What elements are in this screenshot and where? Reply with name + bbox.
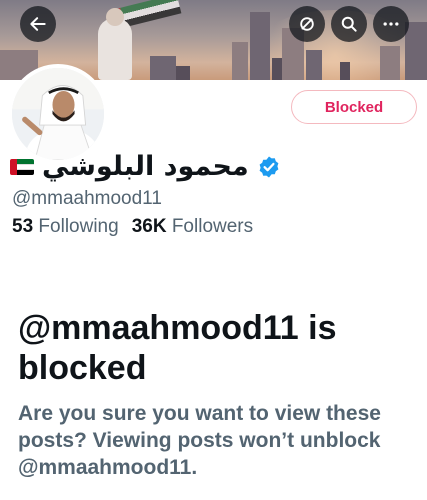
avatar-photo (12, 68, 104, 160)
blocked-message: Are you sure you want to view these post… (18, 402, 381, 479)
blocked-title: @mmaahmood11 is blocked (18, 309, 337, 387)
following-label: Following (38, 216, 119, 237)
verified-badge-icon (259, 156, 279, 178)
profile-avatar[interactable] (8, 64, 108, 164)
followers-label: Followers (171, 216, 254, 237)
following-count: 53 (12, 216, 34, 237)
banner-building (250, 12, 270, 80)
banner-building (150, 56, 176, 80)
back-button[interactable] (20, 6, 56, 42)
banner-building (306, 50, 322, 80)
banner-building (232, 42, 248, 80)
followers-link[interactable]: 36K Followers (132, 216, 253, 238)
banner-building (380, 46, 400, 80)
banner-figure (98, 18, 132, 80)
circle-slash-icon (300, 17, 314, 31)
profile-stats: 53 Following 36K Followers (12, 216, 253, 238)
followers-count: 36K (131, 216, 167, 237)
search-icon (341, 16, 357, 32)
mute-button[interactable] (289, 6, 325, 42)
banner-building (176, 66, 190, 80)
blocked-button[interactable]: Blocked (291, 90, 417, 124)
display-name: محمود البلوشي (42, 151, 249, 182)
uae-flag-icon (10, 159, 34, 175)
following-link[interactable]: 53 Following (12, 216, 119, 238)
profile-name-row: محمود البلوشي (10, 150, 281, 184)
search-button[interactable] (331, 6, 367, 42)
profile-handle: @mmaahmood11 (12, 188, 162, 209)
arrow-left-icon (30, 17, 46, 31)
more-horizontal-icon (383, 22, 399, 26)
banner-figure-head (106, 8, 124, 26)
banner-building (340, 62, 350, 80)
more-options-button[interactable] (373, 6, 409, 42)
banner-building (405, 22, 427, 80)
